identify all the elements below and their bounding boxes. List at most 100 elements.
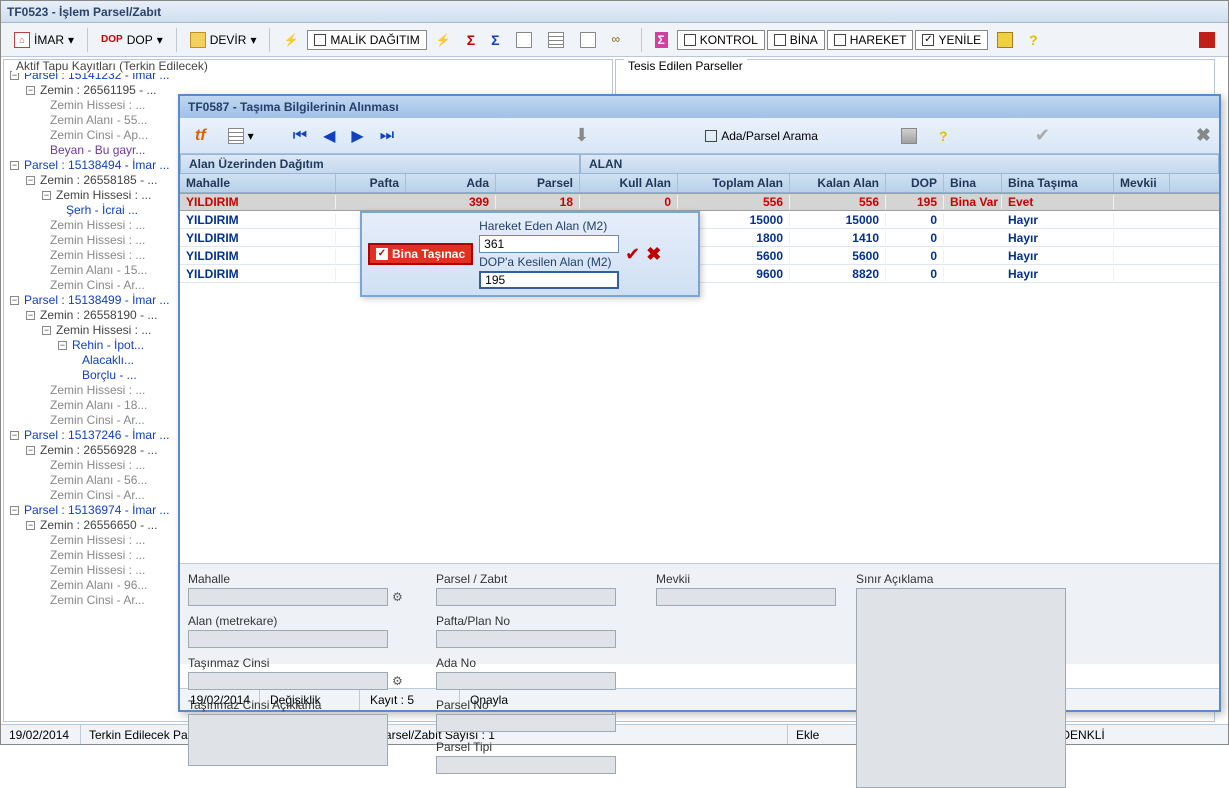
sigma-pink-button[interactable]: Σ (648, 28, 675, 52)
tree-item[interactable]: Zemin Hissesi : ... (50, 383, 145, 398)
tree-item[interactable]: Zemin Hissesi : ... (50, 98, 145, 113)
tree-item[interactable]: Zemin Hissesi : ... (56, 323, 151, 338)
col-dop[interactable]: DOP (886, 174, 944, 192)
label: Parsel / Zabıt (436, 572, 616, 586)
lookup-icon[interactable]: ⚙ (392, 590, 406, 604)
parsel-tipi-input[interactable] (436, 756, 616, 774)
link-button[interactable]: ∞ (605, 28, 635, 52)
tree-item[interactable]: Zemin Cinsi - Ar... (50, 593, 145, 608)
grid-button[interactable] (541, 28, 571, 52)
doc-button-1[interactable] (509, 28, 539, 52)
bina-toggle[interactable]: BİNA (767, 30, 825, 50)
tree-item[interactable]: Parsel : 15136974 - İmar ... (24, 503, 169, 518)
bina-tasinac-toggle[interactable]: ✓ Bina Taşınac (368, 243, 473, 265)
col-parsel[interactable]: Parsel (496, 174, 580, 192)
red-bolt-button[interactable]: ⚡ (429, 29, 458, 51)
help-button[interactable]: ? (1022, 28, 1045, 52)
col-mahalle[interactable]: Mahalle (180, 174, 336, 192)
yenile-toggle[interactable]: ✓ YENİLE (915, 30, 988, 50)
tree-item[interactable]: Zemin : 26556928 - ... (40, 443, 157, 458)
download-button[interactable]: ⬇ (574, 125, 589, 146)
malik-dagitim-toggle[interactable]: MALİK DAĞITIM (307, 30, 426, 50)
doc-button-2[interactable] (573, 28, 603, 52)
tree-item[interactable]: Alacaklı... (82, 353, 134, 368)
tree-item[interactable]: Zemin : 26558190 - ... (40, 308, 157, 323)
parsel-no-input[interactable] (436, 714, 616, 732)
popup-ok-button[interactable]: ✔ (625, 244, 640, 265)
tree-item[interactable]: Zemin Alanı - 18... (50, 398, 147, 413)
tree-item[interactable]: Zemin Alanı - 96... (50, 578, 147, 593)
tree-item[interactable]: Parsel : 15137246 - İmar ... (24, 428, 169, 443)
tree-item[interactable]: Zemin : 26561195 - ... (40, 83, 157, 98)
col-toplam-alan[interactable]: Toplam Alan (678, 174, 790, 192)
alan-m2-input[interactable] (188, 630, 388, 648)
print-button[interactable] (894, 124, 924, 148)
confirm-button[interactable]: ✔ (1035, 125, 1050, 146)
cell: 15000 (790, 213, 886, 227)
nav-next-button[interactable]: ▶ (347, 126, 367, 146)
tree-item[interactable]: Şerh - İcrai ... (66, 203, 138, 218)
col-mevkii[interactable]: Mevkii (1114, 174, 1170, 192)
mevkii-input[interactable] (656, 588, 836, 606)
tree-item[interactable]: Parsel : 15138499 - İmar ... (24, 293, 169, 308)
tree-item[interactable]: Zemin Hissesi : ... (50, 218, 145, 233)
col-kalan-alan[interactable]: Kalan Alan (790, 174, 886, 192)
devir-menu[interactable]: DEVİR ▾ (183, 28, 264, 52)
tree-item[interactable]: Zemin Cinsi - Ar... (50, 488, 145, 503)
nav-last-button[interactable]: ⏭ (376, 127, 398, 145)
col-bina-tasima[interactable]: Bina Taşıma (1002, 174, 1114, 192)
tree-item[interactable]: Borçlu - ... (82, 368, 137, 383)
tree-item[interactable]: Zemin : 26556650 - ... (40, 518, 157, 533)
kontrol-toggle[interactable]: KONTROL (677, 30, 765, 50)
tree-item[interactable]: Zemin Cinsi - Ar... (50, 413, 145, 428)
search-toggle[interactable]: Ada/Parsel Arama (705, 129, 818, 143)
tree-item[interactable]: Zemin Alanı - 56... (50, 473, 147, 488)
tree-item[interactable]: Zemin Alanı - 15... (50, 263, 147, 278)
lookup-icon[interactable]: ⚙ (392, 674, 406, 688)
grid-options-button[interactable]: ▾ (221, 124, 261, 148)
tree-item[interactable]: Zemin Hissesi : ... (50, 533, 145, 548)
tree-item[interactable]: Zemin Hissesi : ... (50, 548, 145, 563)
close-button[interactable] (1192, 28, 1222, 52)
mahalle-input[interactable] (188, 588, 388, 606)
col-pafta[interactable]: Pafta (336, 174, 406, 192)
hareket-toggle[interactable]: HAREKET (827, 30, 914, 50)
imar-menu[interactable]: ⌂ İMAR ▾ (7, 28, 81, 52)
table-row[interactable]: YILDIRIM 399 18 0 556 556 195 Bina Var İ… (180, 193, 1219, 211)
tree-item[interactable]: Rehin - İpot... (72, 338, 144, 353)
tree-item[interactable]: Zemin Hissesi : ... (50, 563, 145, 578)
tree-item[interactable]: Zemin Hissesi : ... (56, 188, 151, 203)
sigma-red-button[interactable]: Σ (460, 28, 482, 52)
dop-menu[interactable]: DOP DOP ▾ (94, 29, 170, 51)
hareket-input[interactable] (479, 235, 619, 253)
tree-item[interactable]: Beyan - Bu gayr... (50, 143, 145, 158)
dialog-close-button[interactable]: ✖ (1196, 125, 1211, 146)
tree-item[interactable]: Zemin Cinsi - Ar... (50, 278, 145, 293)
tool-button-a[interactable] (990, 28, 1020, 52)
nav-prev-button[interactable]: ◀ (319, 126, 339, 146)
tree-item[interactable]: Zemin : 26558185 - ... (40, 173, 157, 188)
tree-item[interactable]: Parsel : 15138494 - İmar ... (24, 158, 169, 173)
logo-button[interactable]: tf (188, 123, 213, 149)
col-bina[interactable]: Bina (944, 174, 1002, 192)
dop-kesilen-input[interactable] (479, 271, 619, 289)
tree-item[interactable]: Zemin Hissesi : ... (50, 458, 145, 473)
bolt-button[interactable]: ⚡ (276, 29, 305, 51)
tc-aciklama-input[interactable] (188, 714, 388, 766)
cell: 18 (496, 195, 580, 209)
tasinmaz-cinsi-input[interactable] (188, 672, 388, 690)
ada-no-input[interactable] (436, 672, 616, 690)
popup-cancel-button[interactable]: ✖ (646, 244, 661, 265)
parsel-zabit-input[interactable] (436, 588, 616, 606)
tree-item[interactable]: Zemin Alanı - 55... (50, 113, 147, 128)
tree-item[interactable]: Zemin Hissesi : ... (50, 233, 145, 248)
sinir-input[interactable] (856, 588, 1066, 788)
dialog-help-button[interactable]: ? (932, 124, 955, 148)
pafta-plan-input[interactable] (436, 630, 616, 648)
sigma-blue-button[interactable]: Σ (484, 28, 506, 52)
col-ada[interactable]: Ada (406, 174, 496, 192)
tree-item[interactable]: Zemin Hissesi : ... (50, 248, 145, 263)
col-kull-alan[interactable]: Kull Alan (580, 174, 678, 192)
nav-first-button[interactable]: ⏮ (289, 127, 311, 145)
tree-item[interactable]: Zemin Cinsi - Ap... (50, 128, 148, 143)
